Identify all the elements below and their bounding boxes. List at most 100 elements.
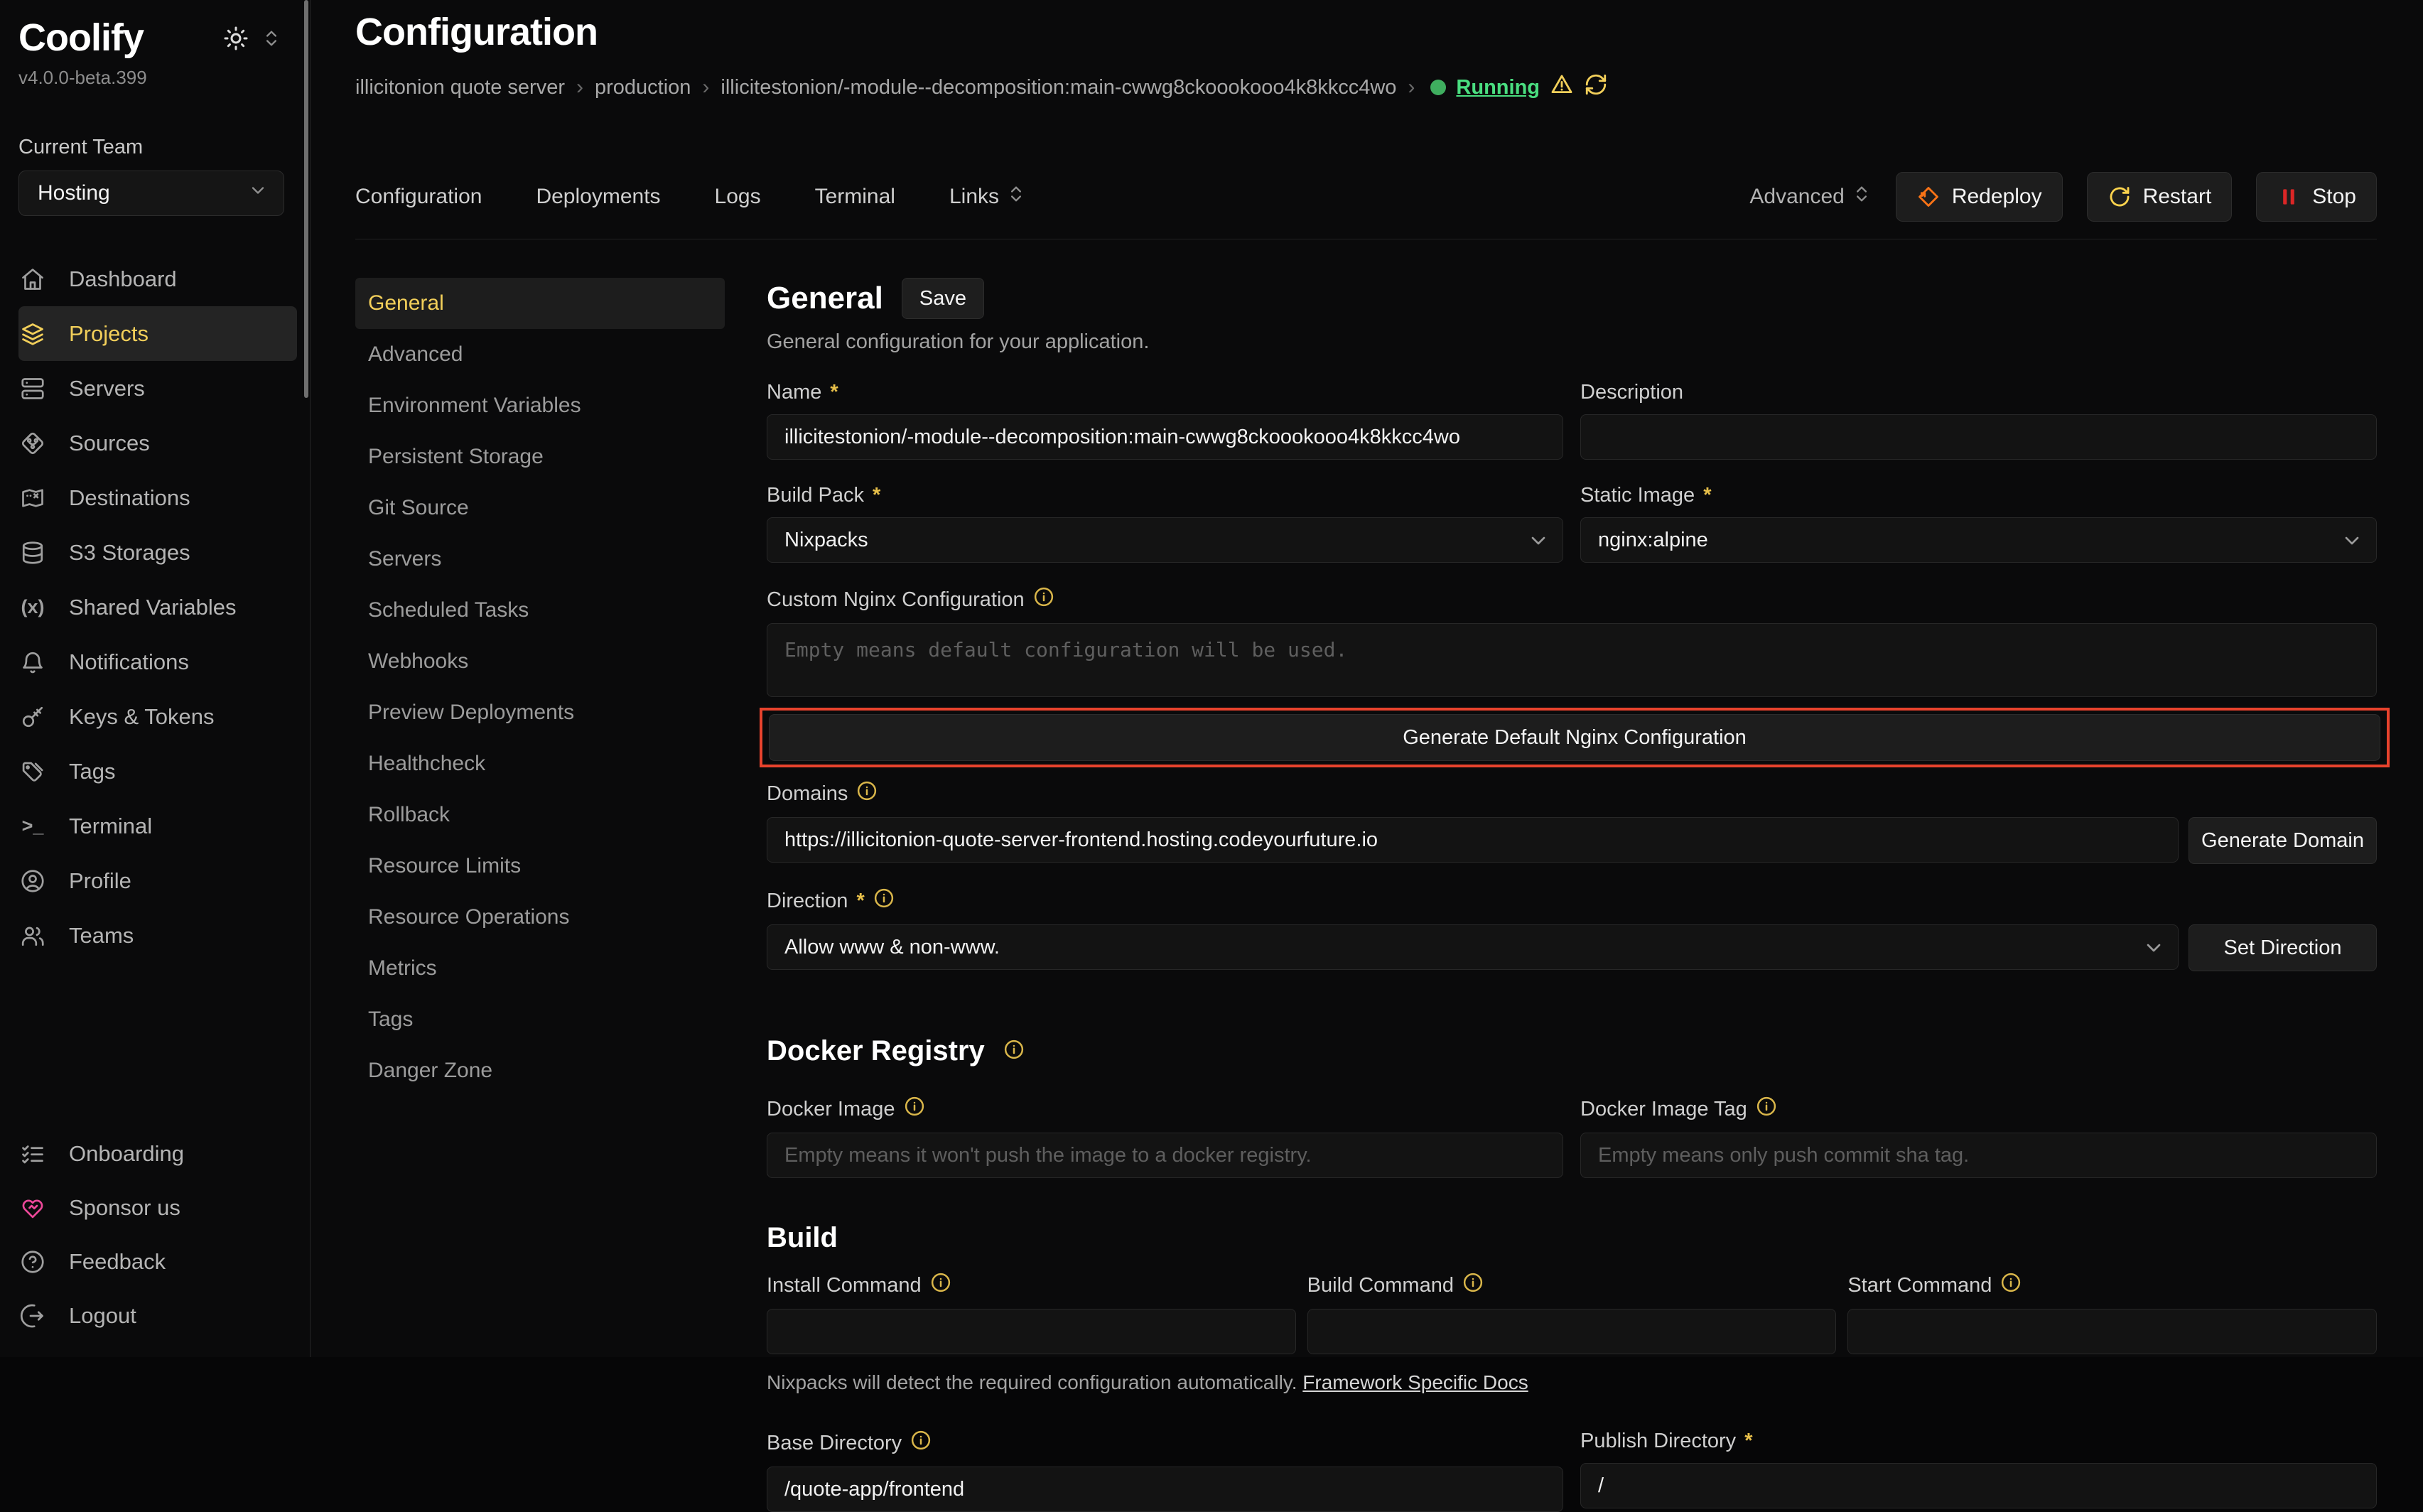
publish-directory-label: Publish Directory (1580, 1430, 1736, 1453)
subnav-item-healthcheck[interactable]: Healthcheck (355, 738, 725, 789)
annotation-highlight-box: Generate Default Nginx Configuration (760, 708, 2390, 767)
sidebar-item-projects[interactable]: Projects (18, 306, 297, 361)
info-icon[interactable] (910, 1430, 932, 1457)
bell-icon (20, 649, 45, 675)
subnav-item-preview-deployments[interactable]: Preview Deployments (355, 687, 725, 738)
direction-select[interactable]: Allow www & non-www. (767, 924, 2179, 970)
info-icon[interactable] (1756, 1096, 1777, 1123)
build-command-input[interactable] (1307, 1309, 1837, 1354)
base-directory-input[interactable] (767, 1467, 1563, 1512)
subnav-item-git-source[interactable]: Git Source (355, 482, 725, 534)
info-icon[interactable] (1462, 1272, 1484, 1299)
help-circle-icon (20, 1249, 45, 1275)
sidebar-item-servers[interactable]: Servers (18, 361, 301, 416)
publish-directory-input[interactable] (1580, 1463, 2377, 1508)
sidebar-item-terminal[interactable]: >_ Terminal (18, 799, 301, 853)
subnav-item-resource-operations[interactable]: Resource Operations (355, 892, 725, 943)
generate-domain-button[interactable]: Generate Domain (2189, 817, 2377, 864)
warning-triangle-icon[interactable] (1550, 72, 1574, 102)
sidebar-item-shared-variables[interactable]: (x) Shared Variables (18, 580, 301, 634)
docker-image-tag-label: Docker Image Tag (1580, 1098, 1747, 1121)
sidebar-item-destinations[interactable]: Destinations (18, 470, 301, 525)
docker-image-tag-input[interactable] (1580, 1133, 2377, 1178)
subnav-item-environment-variables[interactable]: Environment Variables (355, 380, 725, 431)
restart-button[interactable]: Restart (2087, 172, 2233, 222)
sidebar-item-onboarding[interactable]: Onboarding (18, 1127, 301, 1181)
save-button[interactable]: Save (902, 278, 984, 319)
build-command-label: Build Command (1307, 1274, 1454, 1297)
description-input[interactable] (1580, 414, 2377, 460)
description-label: Description (1580, 381, 1683, 404)
publish-directory-field: Publish Directory * (1580, 1430, 2377, 1512)
framework-docs-link[interactable]: Framework Specific Docs (1302, 1371, 1528, 1393)
sidebar-item-keys-tokens[interactable]: Keys & Tokens (18, 689, 301, 744)
info-icon[interactable] (2000, 1272, 2022, 1299)
sidebar-item-tags[interactable]: Tags (18, 744, 301, 799)
subnav-item-advanced[interactable]: Advanced (355, 329, 725, 380)
docker-image-input[interactable] (767, 1133, 1563, 1178)
sidebar-item-feedback[interactable]: Feedback (18, 1235, 301, 1289)
subnav-item-tags[interactable]: Tags (355, 994, 725, 1045)
info-icon[interactable] (856, 780, 878, 807)
breadcrumb-resource[interactable]: illicitestonion/-module--decomposition:m… (721, 76, 1396, 99)
theme-sun-icon[interactable] (223, 26, 249, 55)
info-icon[interactable] (904, 1096, 925, 1123)
subnav-item-metrics[interactable]: Metrics (355, 943, 725, 994)
tab-links[interactable]: Links (949, 184, 1026, 210)
build-pack-field: Build Pack * Nixpacks (767, 484, 1563, 563)
stop-button[interactable]: Stop (2256, 172, 2377, 222)
set-direction-button[interactable]: Set Direction (2189, 924, 2377, 971)
info-icon[interactable] (930, 1272, 951, 1299)
base-directory-label: Base Directory (767, 1432, 902, 1455)
build-pack-select[interactable]: Nixpacks (767, 517, 1563, 563)
nginx-config-textarea[interactable] (767, 623, 2377, 697)
sidebar-item-logout[interactable]: Logout (18, 1289, 301, 1343)
subnav-item-general[interactable]: General (355, 278, 725, 329)
app-version: v4.0.0-beta.399 (18, 67, 310, 89)
start-command-input[interactable] (1847, 1309, 2377, 1354)
main-content: Configuration illicitonion quote server … (311, 0, 2423, 1357)
required-mark: * (830, 381, 838, 404)
install-command-input[interactable] (767, 1309, 1296, 1354)
subnav-item-resource-limits[interactable]: Resource Limits (355, 841, 725, 892)
tab-terminal[interactable]: Terminal (815, 185, 895, 209)
generate-nginx-config-button[interactable]: Generate Default Nginx Configuration (769, 714, 2380, 761)
domains-input[interactable] (767, 817, 2179, 863)
terminal-icon: >_ (20, 815, 45, 837)
sidebar-item-sources[interactable]: Sources (18, 416, 301, 470)
sidebar-item-profile[interactable]: Profile (18, 853, 301, 908)
static-image-label: Static Image (1580, 484, 1695, 507)
info-icon[interactable] (1033, 586, 1054, 613)
sidebar-item-dashboard[interactable]: Dashboard (18, 252, 301, 306)
breadcrumb-environment[interactable]: production (595, 76, 691, 99)
breadcrumb-project[interactable]: illicitonion quote server (355, 76, 565, 99)
subnav-item-rollback[interactable]: Rollback (355, 789, 725, 841)
tab-configuration[interactable]: Configuration (355, 185, 482, 209)
refresh-icon[interactable] (1584, 72, 1608, 102)
subnav-item-scheduled-tasks[interactable]: Scheduled Tasks (355, 585, 725, 636)
subnav-item-danger-zone[interactable]: Danger Zone (355, 1045, 725, 1096)
name-input[interactable] (767, 414, 1563, 460)
sidebar-item-notifications[interactable]: Notifications (18, 634, 301, 689)
subnav-item-persistent-storage[interactable]: Persistent Storage (355, 431, 725, 482)
team-select[interactable]: Hosting (18, 171, 284, 216)
sidebar-scrollbar[interactable] (304, 0, 308, 398)
sidebar-item-sponsor[interactable]: Sponsor us (18, 1181, 301, 1235)
info-icon[interactable] (1003, 1039, 1025, 1064)
status-text[interactable]: Running (1456, 76, 1540, 99)
redeploy-button[interactable]: Redeploy (1896, 172, 2063, 222)
description-field: Description (1580, 381, 2377, 460)
subnav-item-webhooks[interactable]: Webhooks (355, 636, 725, 687)
info-icon[interactable] (873, 887, 895, 914)
sidebar-item-s3-storages[interactable]: S3 Storages (18, 525, 301, 580)
advanced-dropdown[interactable]: Advanced (1749, 184, 1871, 210)
nixpacks-helper-text: Nixpacks will detect the required config… (767, 1371, 2377, 1394)
build-command-field: Build Command (1307, 1272, 1837, 1354)
current-team-label: Current Team (18, 136, 310, 159)
tab-logs[interactable]: Logs (715, 185, 761, 209)
tab-deployments[interactable]: Deployments (536, 185, 660, 209)
sidebar-item-teams[interactable]: Teams (18, 908, 301, 963)
subnav-item-servers[interactable]: Servers (355, 534, 725, 585)
theme-chevrons-icon[interactable] (261, 28, 281, 52)
static-image-select[interactable]: nginx:alpine (1580, 517, 2377, 563)
